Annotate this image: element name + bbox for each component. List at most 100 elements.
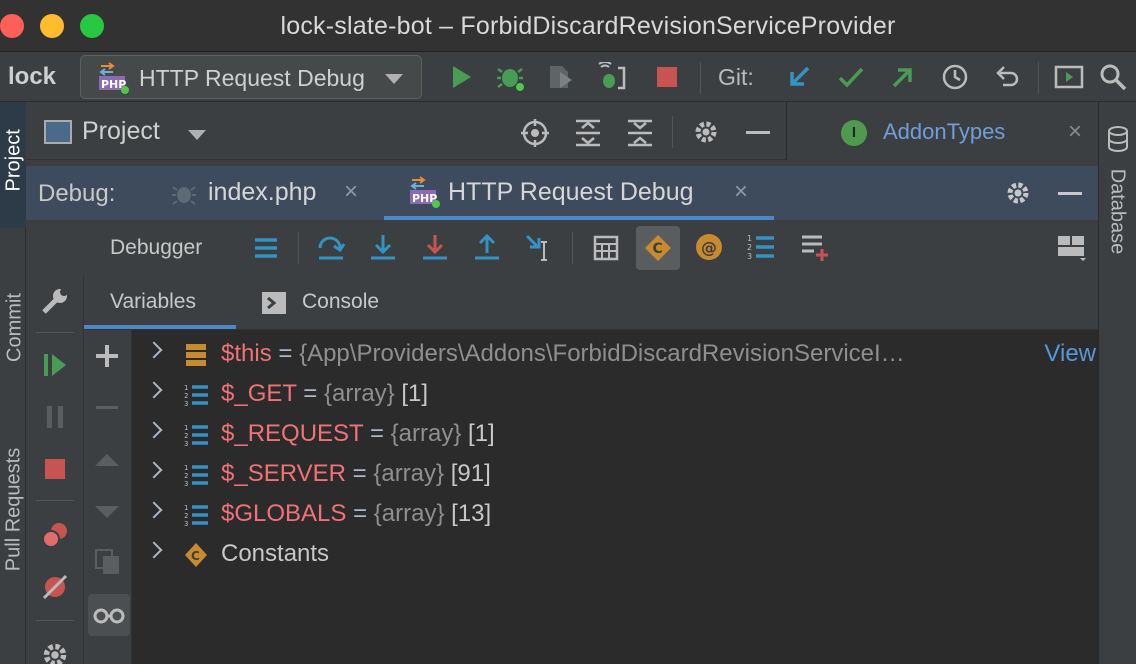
gear-icon[interactable] [40,640,70,664]
object-icon [186,344,206,366]
tab-index-php[interactable]: index.php × [166,166,376,220]
variables-tree: $this = {App\Providers\Addons\ForbidDisc… [132,330,1098,664]
debugger-toolbar: Debugger C @ 123 [26,220,1098,276]
variable-name: $_REQUEST [221,420,364,447]
gear-icon[interactable] [1004,179,1032,207]
layout-icon[interactable] [1056,232,1086,262]
chevron-right-icon[interactable] [145,421,163,439]
svg-text:3: 3 [184,520,188,528]
svg-text:1: 1 [184,504,188,512]
git-update-icon[interactable] [784,62,814,92]
separator [36,332,74,333]
rollback-icon[interactable] [992,62,1022,92]
pause-icon[interactable] [40,402,70,432]
variable-row-globals[interactable]: 123 $GLOBALS = {array} [13] [132,494,1098,534]
chevron-right-icon[interactable] [145,501,163,519]
php-http-icon: PHP [410,176,440,208]
tab-variables[interactable]: Variables [110,290,196,314]
svg-text:2: 2 [184,512,188,520]
debugger-tab[interactable]: Debugger [110,236,202,260]
force-step-into-icon[interactable] [420,232,450,262]
separator [36,620,74,621]
project-name[interactable]: lock [8,63,56,91]
svg-text:1: 1 [184,464,188,472]
show-class-constants-toggle[interactable]: C [636,226,680,270]
move-down-icon[interactable] [95,506,119,518]
variable-name: $GLOBALS [221,500,347,527]
constants-icon: C [185,543,207,567]
active-tab-indicator [84,325,236,329]
stripe-tab-database[interactable]: Database [1106,162,1129,262]
gear-icon[interactable] [692,118,720,146]
run-configuration-selector[interactable]: PHP HTTP Request Debug [80,55,422,99]
tab-console[interactable]: Console [302,290,379,314]
editor-tab-addontypes[interactable]: AddonTypes [883,119,1005,145]
svg-text:3: 3 [184,440,188,448]
toolbar-separator [672,116,673,148]
close-icon[interactable]: × [1068,118,1082,146]
chevron-right-icon[interactable] [145,461,163,479]
svg-text:1: 1 [184,424,188,432]
git-label: Git: [718,64,754,90]
hide-icon[interactable] [746,131,770,134]
stripe-tab-project[interactable]: Project [3,129,26,191]
resume-icon[interactable] [40,350,70,380]
variable-name: $this [221,340,272,367]
step-into-icon[interactable] [368,232,398,262]
locate-file-icon[interactable] [520,118,550,148]
tab-http-request-debug[interactable]: PHP HTTP Request Debug × [384,166,774,220]
view-breakpoints-icon[interactable] [40,520,70,550]
console-icon [262,292,286,314]
move-up-icon[interactable] [95,454,119,466]
watches-toggle[interactable] [88,594,130,636]
array-icon: 123 [184,384,208,408]
add-watch-icon[interactable] [800,232,830,262]
ordered-list-icon[interactable]: 123 [746,232,776,262]
step-out-icon[interactable] [472,232,502,262]
mute-breakpoints-icon[interactable] [40,572,70,602]
run-to-cursor-icon[interactable] [524,232,554,262]
chevron-down-icon[interactable] [188,130,206,140]
editor-tabs: I AddonTypes × [786,102,1098,160]
view-link[interactable]: View [1038,340,1096,368]
run-icon[interactable] [446,62,476,92]
copy-icon[interactable] [94,548,122,576]
debug-icon[interactable] [496,62,526,92]
chevron-right-icon[interactable] [145,341,163,359]
stop-icon[interactable] [652,62,682,92]
menu-icon[interactable] [252,234,280,262]
stripe-tab-commit[interactable]: Commit [4,293,27,363]
show-references-icon[interactable]: @ [694,232,724,262]
svg-text:2: 2 [184,432,188,440]
tab-label: index.php [208,178,317,206]
run-with-coverage-icon[interactable] [546,62,576,92]
svg-text:1: 1 [184,384,188,392]
stripe-tab-pull-requests[interactable]: Pull Requests [3,440,26,580]
chevron-right-icon[interactable] [145,541,163,559]
minus-icon[interactable] [96,406,118,409]
variable-row-request[interactable]: 123 $_REQUEST = {array} [1] [132,414,1098,454]
variable-row-constants[interactable]: C Constants [132,534,1098,574]
project-panel-title[interactable]: Project [82,117,160,146]
collapse-all-icon[interactable] [626,118,654,148]
close-icon[interactable]: × [344,178,358,206]
svg-text:@: @ [701,238,717,257]
search-icon[interactable] [1098,62,1128,92]
stop-icon[interactable] [40,454,70,484]
wrench-icon[interactable] [40,286,70,316]
variable-row-get[interactable]: 123 $_GET = {array} [1] [132,374,1098,414]
class-constants-icon: C [645,235,671,261]
history-icon[interactable] [940,62,970,92]
hide-icon[interactable] [1058,192,1082,195]
git-commit-icon[interactable] [836,62,866,92]
chevron-right-icon[interactable] [145,381,163,399]
variable-row-this[interactable]: $this = {App\Providers\Addons\ForbidDisc… [132,334,1098,374]
variable-row-server[interactable]: 123 $_SERVER = {array} [91] [132,454,1098,494]
step-over-icon[interactable] [316,232,346,262]
close-icon[interactable]: × [734,178,748,206]
attach-debugger-icon[interactable] [598,62,628,92]
expand-all-icon[interactable] [574,118,602,148]
evaluate-expression-icon[interactable] [592,234,620,262]
git-push-icon[interactable] [888,62,918,92]
presentation-icon[interactable] [1054,62,1084,92]
